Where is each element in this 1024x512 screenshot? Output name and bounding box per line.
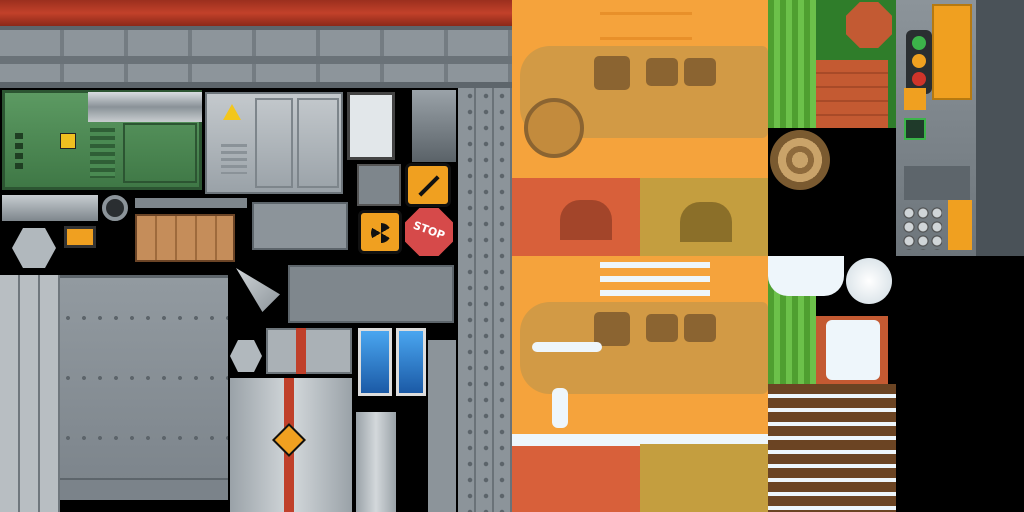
metal-barrel — [230, 378, 352, 512]
snow-window-2 — [646, 314, 678, 342]
radiation-sign-icon — [358, 210, 402, 254]
yellow-panel-window — [680, 202, 732, 242]
snow-window-1 — [594, 312, 630, 346]
yellow-block — [948, 200, 972, 250]
yellow-box — [904, 88, 926, 110]
snow-yellow-cap — [640, 434, 768, 444]
traffic-light-panel — [896, 0, 976, 256]
grass-strip — [768, 0, 816, 128]
grey-pillar — [428, 340, 456, 512]
box-door — [123, 123, 197, 183]
riveted-plate-wide — [288, 265, 454, 323]
light-red — [912, 72, 926, 86]
blade-icon — [236, 268, 280, 312]
snow-patch — [532, 342, 602, 352]
arrow-mark — [418, 175, 440, 197]
light-green — [912, 36, 926, 50]
snow-brick-cover — [826, 320, 880, 380]
wall-bottom-band — [60, 478, 228, 500]
pipe-column-left — [0, 275, 60, 512]
arrows-sign-icon — [405, 163, 451, 207]
pole-segment — [904, 166, 970, 200]
riveted-column — [458, 88, 512, 512]
snow-red-cap — [512, 434, 640, 446]
bus-window-3 — [684, 58, 716, 86]
bus-texture-snow — [512, 256, 768, 434]
stop-sign-text: STOP — [411, 218, 447, 243]
snow-grass-cap — [768, 256, 844, 296]
bus-yellow-panel — [640, 178, 768, 256]
electric-hazard-icon — [223, 104, 241, 120]
roof-rust-strip — [0, 0, 512, 26]
radiation-icon — [60, 133, 76, 149]
bus-roof-lines — [600, 12, 692, 40]
dark-panel — [412, 90, 456, 162]
traffic-light-icon — [906, 30, 932, 94]
bus-wheel-arch — [524, 98, 584, 158]
dark-frame-strip — [976, 0, 1024, 256]
arch-stripe — [296, 328, 306, 374]
tree-stump — [770, 130, 830, 190]
snow-brick-panel — [816, 316, 888, 384]
bus-texture-top — [512, 0, 768, 178]
riveted-wall — [60, 275, 228, 503]
snow-yellow-panel — [640, 434, 768, 512]
rivet-pattern — [462, 88, 508, 512]
hex-nut — [12, 228, 56, 268]
octagon-sign — [846, 2, 892, 48]
arch-panel — [266, 328, 352, 374]
cabinet-door-2 — [297, 98, 339, 188]
barrel-small — [356, 412, 396, 512]
orange-light — [64, 226, 96, 248]
bar-strip — [2, 195, 98, 221]
bus-window-2 — [646, 58, 678, 86]
wooden-crate — [135, 214, 235, 262]
stop-sign-icon: STOP — [405, 208, 453, 256]
bolt-cluster — [902, 206, 942, 250]
pedestrian-icon — [904, 118, 926, 140]
tape-sign — [357, 164, 401, 206]
light-orange — [912, 54, 926, 68]
pipe-strip — [88, 92, 202, 122]
snow-drip — [552, 388, 568, 428]
thin-bar — [135, 198, 247, 208]
snow-bark — [768, 384, 896, 512]
yellow-housing — [932, 4, 972, 100]
small-panel — [347, 92, 395, 160]
blue-window-right — [396, 328, 426, 396]
hazard-diamond-icon — [272, 423, 306, 457]
red-panel-window — [560, 200, 612, 240]
brick-panel — [816, 60, 888, 128]
bus-window-1 — [594, 56, 630, 90]
round-hole — [102, 195, 128, 221]
vent-grill — [90, 128, 115, 178]
radiation-symbol — [371, 223, 391, 243]
riveted-plate-small — [252, 202, 348, 250]
cabinet-vent — [221, 144, 247, 174]
snow-window-3 — [684, 314, 716, 342]
rail-groove — [0, 56, 512, 64]
snow-red-panel — [512, 434, 640, 512]
bus-red-panel — [512, 178, 640, 256]
box-bolts — [15, 133, 23, 173]
hex-bolt — [230, 340, 262, 372]
wall-rivets — [60, 288, 228, 503]
cabinet-door-1 — [255, 98, 293, 188]
blue-window-left — [358, 328, 392, 396]
snow-roof — [600, 262, 710, 302]
grey-cabinet — [205, 92, 343, 194]
snowball — [846, 258, 892, 304]
